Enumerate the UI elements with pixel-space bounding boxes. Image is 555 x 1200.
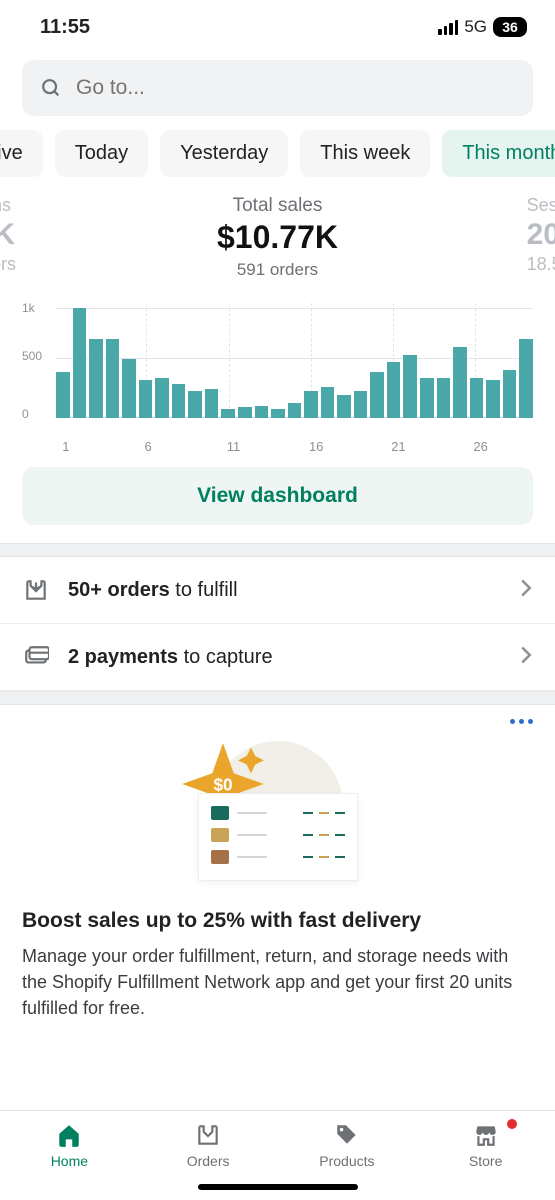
tab-home[interactable]: Home: [0, 1111, 139, 1200]
stat-sessions-next-peek: Sessio 20.0 18.57K: [527, 195, 555, 275]
signal-bars-icon: [438, 20, 458, 35]
inbox-download-icon: [22, 577, 50, 603]
bottom-tab-bar: Home Orders Products Store: [0, 1110, 555, 1200]
chart-x-tick: 21: [391, 439, 405, 454]
orders-to-fulfill-row[interactable]: 50+ orders to fulfill: [0, 557, 555, 624]
chart-bar: [321, 387, 335, 418]
chart-bar: [172, 384, 186, 418]
chart-bar: [354, 391, 368, 418]
chart-bar: [73, 308, 87, 418]
payments-to-capture-row[interactable]: 2 payments to capture: [0, 624, 555, 691]
network-type: 5G: [464, 17, 487, 37]
chart-bar: [503, 370, 517, 418]
home-indicator: [198, 1184, 358, 1190]
chart-bar: [106, 339, 120, 418]
chart-bar: [470, 378, 484, 418]
chart-bar: [271, 409, 285, 418]
credit-card-icon: [22, 644, 50, 670]
sales-chart: 1k 500 0 1611162126: [0, 285, 555, 453]
filter-this-week[interactable]: This week: [300, 130, 430, 177]
chart-x-tick: 16: [309, 439, 323, 454]
filter-yesterday[interactable]: Yesterday: [160, 130, 288, 177]
chart-bar: [139, 380, 153, 418]
chart-bar: [437, 378, 451, 418]
chart-y-axis: 1k 500 0: [22, 303, 52, 418]
tab-label: Home: [51, 1153, 88, 1169]
chart-bar: [238, 407, 252, 419]
stat-label: Total sales: [217, 195, 338, 217]
chart-bar: [519, 339, 533, 418]
date-filter-tabs: Live Today Yesterday This week This mont…: [0, 130, 555, 195]
promo-card: $0 Boost sales up to 25% with fast deliv…: [0, 705, 555, 1041]
filter-this-month[interactable]: This month: [442, 130, 555, 177]
filter-today[interactable]: Today: [55, 130, 148, 177]
svg-text:$0: $0: [213, 774, 232, 794]
stat-total-sales: Total sales $10.77K 591 orders: [217, 195, 338, 280]
section-divider: [0, 691, 555, 705]
home-icon: [56, 1121, 82, 1149]
chevron-right-icon: [519, 578, 533, 603]
chart-bar: [89, 339, 103, 418]
chart-bar: [403, 355, 417, 418]
chart-bar: [387, 362, 401, 418]
chart-bar: [255, 406, 269, 418]
payments-to-capture-text: 2 payments to capture: [68, 646, 501, 669]
chart-bars: [56, 303, 533, 418]
chart-bar: [205, 389, 219, 418]
status-right: 5G 36: [438, 17, 527, 37]
chart-bar: [370, 372, 384, 418]
notification-badge: [507, 1119, 517, 1129]
chart-bar: [453, 347, 467, 418]
chart-bar: [188, 391, 202, 418]
stat-sub: 591 orders: [217, 260, 338, 280]
chart-bar: [304, 391, 318, 418]
search-icon: [40, 77, 62, 99]
tag-icon: [334, 1121, 360, 1149]
chart-x-tick: 11: [227, 439, 241, 454]
stats-carousel[interactable]: ssions 43K visitors Total sales $10.77K …: [0, 195, 555, 285]
battery-indicator: 36: [493, 17, 527, 37]
chart-bar: [221, 409, 235, 418]
section-divider: [0, 543, 555, 557]
promo-title: Boost sales up to 25% with fast delivery: [22, 909, 533, 933]
search-bar[interactable]: [22, 60, 533, 116]
view-dashboard-button[interactable]: View dashboard: [22, 467, 533, 525]
tab-label: Store: [469, 1153, 502, 1169]
stat-value: $10.77K: [217, 219, 338, 256]
chart-bar: [337, 395, 351, 418]
tab-label: Products: [319, 1153, 374, 1169]
chart-bar: [122, 359, 136, 418]
tab-label: Orders: [187, 1153, 230, 1169]
chart-x-tick: 26: [473, 439, 487, 454]
status-time: 11:55: [40, 16, 90, 39]
promo-description: Manage your order fulfillment, return, a…: [22, 943, 533, 1021]
chart-bar: [420, 378, 434, 418]
search-input[interactable]: [76, 76, 515, 100]
stat-sessions-peek: ssions 43K visitors: [0, 195, 16, 275]
promo-illustration: $0: [0, 737, 555, 887]
store-icon: [473, 1121, 499, 1149]
orders-to-fulfill-text: 50+ orders to fulfill: [68, 579, 501, 602]
chart-x-tick: 6: [144, 439, 151, 454]
chevron-right-icon: [519, 645, 533, 670]
chart-x-tick: 1: [62, 439, 69, 454]
status-bar: 11:55 5G 36: [0, 0, 555, 50]
chart-bar: [288, 403, 302, 418]
chart-bar: [56, 372, 70, 418]
chart-bar: [486, 380, 500, 418]
more-options-button[interactable]: [510, 719, 533, 724]
filter-live[interactable]: Live: [0, 130, 43, 177]
chart-bar: [155, 378, 169, 418]
orders-icon: [195, 1121, 221, 1149]
tab-store[interactable]: Store: [416, 1111, 555, 1200]
